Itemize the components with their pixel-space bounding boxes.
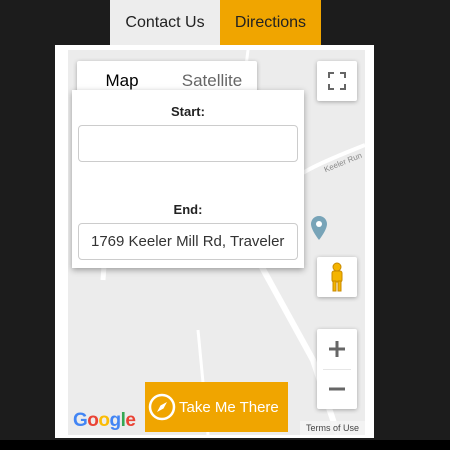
zoom-out-button[interactable] (317, 369, 357, 409)
directions-form: Start: End: (72, 90, 304, 268)
directions-panel: Keeler Run Map Satellite Google Terms of… (55, 45, 374, 438)
tab-contact-us[interactable]: Contact Us (110, 0, 220, 45)
street-view-button[interactable] (317, 257, 357, 297)
pegman-icon (331, 262, 343, 292)
map-pin-icon (311, 216, 327, 240)
google-logo: Google (73, 410, 136, 431)
tab-bar: Contact Us Directions (110, 0, 321, 45)
fullscreen-button[interactable] (317, 61, 357, 101)
tab-directions[interactable]: Directions (220, 0, 321, 45)
end-label: End: (173, 202, 203, 217)
zoom-control (317, 329, 357, 409)
terms-of-use-link[interactable]: Terms of Use (299, 421, 365, 435)
start-label: Start: (171, 104, 205, 119)
compass-icon (145, 393, 179, 421)
map-canvas[interactable]: Keeler Run Map Satellite Google Terms of… (68, 50, 365, 435)
end-input[interactable] (78, 223, 298, 260)
bottom-bar (0, 440, 450, 450)
zoom-out-icon (329, 387, 345, 391)
take-me-there-button[interactable]: Take Me There (145, 382, 288, 432)
zoom-in-button[interactable] (317, 329, 357, 369)
take-me-there-label: Take Me There (179, 398, 279, 416)
fullscreen-icon (328, 72, 346, 90)
start-input[interactable] (78, 125, 298, 162)
zoom-in-icon (329, 340, 345, 357)
